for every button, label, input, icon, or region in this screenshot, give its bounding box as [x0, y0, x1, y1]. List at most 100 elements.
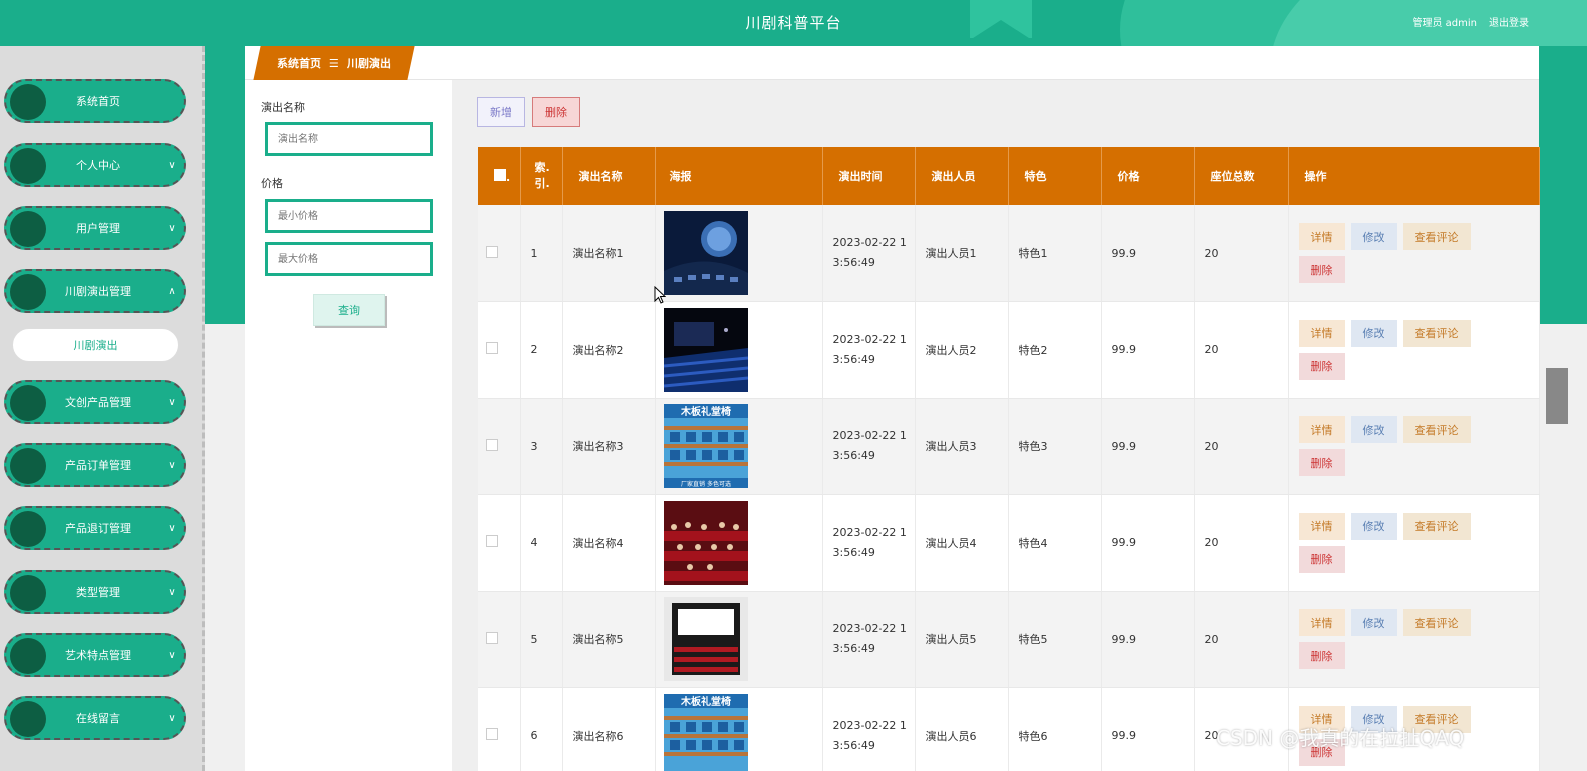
sidebar-item[interactable]: 产品退订管理 ∨: [4, 506, 186, 550]
cell-seats: 20: [1194, 398, 1289, 495]
sidebar-item[interactable]: 在线留言 ∨: [4, 696, 186, 740]
poster-image: [663, 211, 822, 295]
cell-seats: 20: [1194, 494, 1289, 592]
cell-performer: 演出人员6: [915, 687, 1009, 771]
row-checkbox[interactable]: [486, 631, 498, 644]
delete-row-button[interactable]: 删除: [1298, 449, 1345, 477]
select-all-checkbox[interactable]: [494, 168, 506, 181]
performance-time: 2023-02-22 13:56:49: [832, 429, 907, 463]
cell-time: 2023-02-22 13:56:49: [822, 205, 916, 302]
sidebar-item[interactable]: 川剧演出管理 ∧: [4, 269, 186, 313]
cell-performer: 演出人员3: [915, 398, 1009, 495]
svg-text:木板礼堂椅: 木板礼堂椅: [680, 695, 731, 708]
chevron-icon: ∨: [168, 159, 176, 171]
scroll-handle[interactable]: [1546, 368, 1568, 424]
cell-feature: 特色1: [1008, 205, 1102, 302]
add-button[interactable]: 新增: [477, 97, 525, 127]
row-checkbox[interactable]: [486, 535, 498, 548]
max-price-input[interactable]: [265, 242, 433, 276]
sidebar-item[interactable]: 用户管理 ∨: [4, 206, 186, 250]
detail-button[interactable]: 详情: [1298, 223, 1345, 250]
view-comments-button[interactable]: 查看评论: [1402, 609, 1471, 637]
cell-time: 2023-02-22 13:56:49: [822, 398, 916, 495]
logout-link[interactable]: 退出登录: [1489, 14, 1529, 29]
cell-index: 5: [520, 591, 563, 688]
sidebar-item[interactable]: 产品订单管理 ∨: [4, 443, 186, 487]
cell-time: 2023-02-22 13:56:49: [822, 301, 916, 399]
row-select-cell: [478, 494, 521, 592]
detail-button[interactable]: 详情: [1298, 609, 1345, 637]
cell-actions: 详情 修改 查看评论删除: [1288, 301, 1540, 399]
cell-time: 2023-02-22 13:56:49: [822, 591, 916, 688]
cell-price: 99.9: [1101, 398, 1195, 495]
view-comments-button[interactable]: 查看评论: [1402, 512, 1471, 540]
delete-row-button[interactable]: 删除: [1298, 545, 1345, 573]
cell-index: 3: [520, 398, 563, 495]
cell-price: 99.9: [1101, 301, 1195, 399]
view-comments-button[interactable]: 查看评论: [1402, 319, 1471, 347]
row-checkbox[interactable]: [486, 342, 498, 355]
svg-text:厂家直销 多色可选: 厂家直销 多色可选: [681, 480, 731, 488]
sidebar-item[interactable]: 艺术特点管理 ∨: [4, 633, 186, 677]
sidebar-item[interactable]: 类型管理 ∨: [4, 570, 186, 614]
sidebar-item[interactable]: 文创产品管理 ∨: [4, 380, 186, 424]
chevron-icon: ∨: [168, 459, 176, 471]
cell-poster: [655, 494, 823, 592]
chevron-icon: ∨: [168, 649, 176, 661]
svg-text:木板礼堂椅: 木板礼堂椅: [680, 405, 731, 418]
app-title: 川剧科普平台: [745, 14, 842, 32]
query-button[interactable]: 查询: [313, 294, 385, 326]
header-index-top: 索.: [534, 161, 550, 174]
cell-price: 99.9: [1101, 494, 1195, 592]
mouse-cursor-icon: [654, 286, 666, 304]
batch-delete-button[interactable]: 删除: [532, 97, 580, 127]
breadcrumb-current: 川剧演出: [346, 57, 391, 70]
name-search-input[interactable]: [265, 122, 433, 156]
edit-button[interactable]: 修改: [1350, 223, 1397, 250]
menu-dot-icon: [10, 274, 46, 310]
detail-button[interactable]: 详情: [1298, 319, 1345, 347]
performance-time: 2023-02-22 13:56:49: [832, 622, 907, 656]
main-content: 新增 删除 . 索. 引. 演出名称 海报 演出时间 演出人员 特色 价格 座位…: [452, 80, 1540, 771]
table-row: 3 演出名称3 木板礼堂椅 厂家直销 多色可选 2023-02-22 13:56:49 演…: [478, 398, 1540, 495]
delete-row-button[interactable]: 删除: [1298, 256, 1345, 283]
cell-index: 1: [520, 205, 563, 302]
breadcrumb-home[interactable]: 系统首页: [277, 55, 321, 71]
edit-button[interactable]: 修改: [1350, 609, 1397, 637]
detail-button[interactable]: 详情: [1298, 512, 1345, 540]
edit-button[interactable]: 修改: [1350, 319, 1397, 347]
cell-poster: [655, 205, 823, 302]
view-comments-button[interactable]: 查看评论: [1402, 416, 1471, 444]
min-price-input[interactable]: [265, 199, 433, 233]
header-performer: 演出人员: [915, 147, 1009, 205]
performance-time: 2023-02-22 13:56:49: [832, 332, 907, 366]
menu-dot-icon: [10, 385, 46, 421]
delete-row-button[interactable]: 删除: [1298, 352, 1345, 380]
detail-button[interactable]: 详情: [1298, 416, 1345, 444]
poster-image: [663, 307, 822, 392]
watermark: CSDN @我真的在拉扯QAQ: [1216, 726, 1465, 750]
row-checkbox[interactable]: [486, 728, 498, 741]
sidebar-item[interactable]: 系统首页: [4, 79, 186, 123]
view-comments-button[interactable]: 查看评论: [1402, 223, 1471, 250]
row-select-cell: [478, 398, 521, 495]
cell-actions: 详情 修改 查看评论删除: [1288, 494, 1540, 592]
row-checkbox[interactable]: [486, 245, 498, 258]
cell-index: 4: [520, 494, 563, 592]
header-price: 价格: [1101, 147, 1195, 205]
edit-button[interactable]: 修改: [1350, 416, 1397, 444]
submenu-item-performances[interactable]: 川剧演出: [12, 328, 179, 362]
cell-poster: 木板礼堂椅厂家直销 多色可选: [655, 398, 823, 495]
menu-dot-icon: [10, 211, 46, 247]
poster-image: [663, 500, 822, 585]
header-actions: 操作: [1288, 147, 1540, 205]
checkbox-header-suffix: .: [506, 170, 511, 184]
sidebar-item[interactable]: 个人中心 ∨: [4, 143, 186, 187]
chevron-icon: ∧: [168, 285, 176, 297]
row-checkbox[interactable]: [486, 438, 498, 451]
menu-dot-icon: [10, 638, 46, 674]
edit-button[interactable]: 修改: [1350, 512, 1397, 540]
row-select-cell: [478, 301, 521, 399]
delete-row-button[interactable]: 删除: [1298, 642, 1345, 670]
cell-time: 2023-02-22 13:56:49: [822, 687, 916, 771]
